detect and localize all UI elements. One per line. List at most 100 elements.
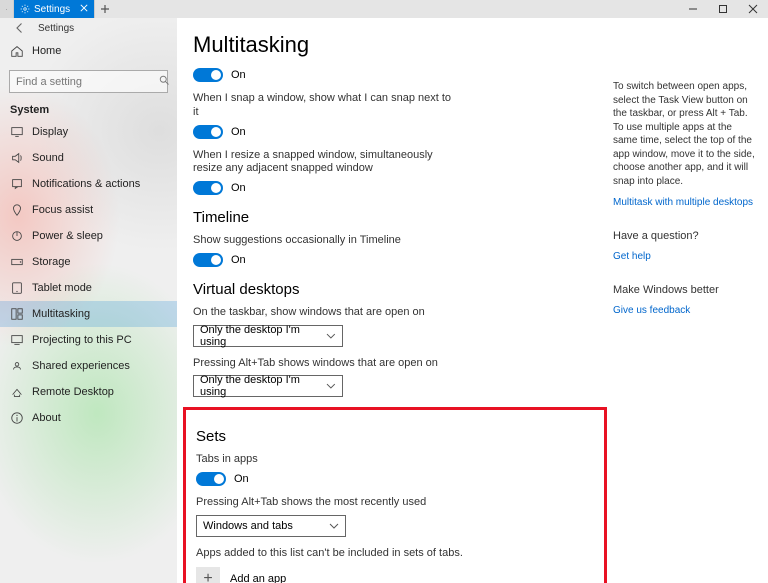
chevron-down-icon (329, 521, 339, 531)
close-button[interactable] (738, 0, 768, 18)
sidebar: Settings Home System Display Sound Notif… (0, 18, 177, 583)
sets-tabs-toggle[interactable] (196, 472, 226, 486)
sidebar-item-power-sleep[interactable]: Power & sleep (0, 223, 177, 249)
titlebar: Settings (0, 0, 768, 18)
notifications-icon (10, 177, 24, 191)
nav-label: Remote Desktop (32, 386, 114, 398)
sidebar-item-notifications[interactable]: Notifications & actions (0, 171, 177, 197)
close-tab-icon[interactable] (80, 4, 88, 15)
group-header-system: System (0, 99, 177, 119)
nav-label: Multitasking (32, 308, 90, 320)
toggle-state: On (231, 126, 246, 138)
topbar: Settings (0, 18, 177, 38)
snap-toggle[interactable] (193, 68, 223, 82)
sidebar-item-display[interactable]: Display (0, 119, 177, 145)
sets-alttab-label: Pressing Alt+Tab shows the most recently… (196, 496, 456, 510)
storage-icon (10, 255, 24, 269)
sidebar-item-shared-experiences[interactable]: Shared experiences (0, 353, 177, 379)
tab-previous[interactable] (0, 0, 14, 18)
gear-icon (20, 4, 30, 14)
sidebar-home[interactable]: Home (0, 38, 177, 64)
toggle-state: On (231, 182, 246, 194)
timeline-heading: Timeline (193, 209, 597, 226)
highlight-sets: Sets Tabs in apps On Pressing Alt+Tab sh… (183, 407, 607, 583)
nav-label: Tablet mode (32, 282, 92, 294)
feedback-heading: Make Windows better (613, 284, 756, 296)
add-app-label: Add an app (230, 573, 286, 583)
sets-heading: Sets (196, 428, 594, 445)
help-pane: To switch between open apps, select the … (613, 18, 768, 583)
power-icon (10, 229, 24, 243)
dropdown-value: Only the desktop I'm using (200, 324, 326, 348)
tablet-icon (10, 281, 24, 295)
sets-alttab-dropdown[interactable]: Windows and tabs (196, 515, 346, 537)
snap-next-toggle[interactable] (193, 125, 223, 139)
vd-taskbar-label: On the taskbar, show windows that are op… (193, 306, 453, 320)
plus-icon: + (196, 567, 220, 583)
shared-icon (10, 359, 24, 373)
main-content: Multitasking On When I snap a window, sh… (177, 18, 613, 583)
sound-icon (10, 151, 24, 165)
vd-alttab-dropdown[interactable]: Only the desktop I'm using (193, 375, 343, 397)
projecting-icon (10, 333, 24, 347)
maximize-button[interactable] (708, 0, 738, 18)
about-icon (10, 411, 24, 425)
window-controls (678, 0, 768, 18)
topbar-title: Settings (38, 23, 74, 34)
search-icon (158, 73, 170, 91)
timeline-toggle[interactable] (193, 253, 223, 267)
sidebar-item-focus-assist[interactable]: Focus assist (0, 197, 177, 223)
sidebar-item-projecting[interactable]: Projecting to this PC (0, 327, 177, 353)
nav-label: Projecting to this PC (32, 334, 132, 346)
nav-label: About (32, 412, 61, 424)
sidebar-item-remote-desktop[interactable]: Remote Desktop (0, 379, 177, 405)
sidebar-item-about[interactable]: About (0, 405, 177, 431)
remote-desktop-icon (10, 385, 24, 399)
snap-next-label: When I snap a window, show what I can sn… (193, 92, 453, 120)
sidebar-item-sound[interactable]: Sound (0, 145, 177, 171)
dropdown-value: Windows and tabs (203, 520, 293, 532)
sets-tabs-label: Tabs in apps (196, 453, 456, 467)
chevron-down-icon (326, 331, 336, 341)
help-tip-link[interactable]: Multitask with multiple desktops (613, 197, 753, 208)
chevron-down-icon (326, 381, 336, 391)
minimize-button[interactable] (678, 0, 708, 18)
nav-label: Display (32, 126, 68, 138)
nav-label: Focus assist (32, 204, 93, 216)
sidebar-item-tablet-mode[interactable]: Tablet mode (0, 275, 177, 301)
tab-settings[interactable]: Settings (14, 0, 95, 18)
nav-label: Notifications & actions (32, 178, 140, 190)
new-tab-button[interactable] (95, 0, 115, 18)
search-input[interactable] (16, 76, 158, 88)
vd-taskbar-dropdown[interactable]: Only the desktop I'm using (193, 325, 343, 347)
sidebar-item-storage[interactable]: Storage (0, 249, 177, 275)
snap-resize-toggle[interactable] (193, 181, 223, 195)
toggle-state: On (231, 254, 246, 266)
nav-label: Sound (32, 152, 64, 164)
set-icon (6, 4, 7, 14)
dropdown-value: Only the desktop I'm using (200, 374, 326, 398)
help-tip-text: To switch between open apps, select the … (613, 80, 756, 188)
page-title: Multitasking (193, 32, 597, 58)
feedback-link[interactable]: Give us feedback (613, 305, 690, 316)
home-label: Home (32, 45, 61, 57)
sets-note: Apps added to this list can't be include… (196, 547, 594, 559)
focus-assist-icon (10, 203, 24, 217)
search-box[interactable] (9, 70, 168, 93)
display-icon (10, 125, 24, 139)
back-button[interactable] (10, 18, 30, 38)
multitasking-icon (10, 307, 24, 321)
add-app-button[interactable]: + Add an app (196, 567, 594, 583)
nav-label: Shared experiences (32, 360, 130, 372)
toggle-state: On (231, 69, 246, 81)
virtual-desktops-heading: Virtual desktops (193, 281, 597, 298)
home-icon (10, 44, 24, 58)
question-heading: Have a question? (613, 230, 756, 242)
sidebar-item-multitasking[interactable]: Multitasking (0, 301, 177, 327)
vd-alttab-label: Pressing Alt+Tab shows windows that are … (193, 357, 453, 371)
nav-label: Power & sleep (32, 230, 103, 242)
timeline-label: Show suggestions occasionally in Timelin… (193, 234, 453, 248)
toggle-state: On (234, 473, 249, 485)
snap-resize-label: When I resize a snapped window, simultan… (193, 149, 453, 177)
get-help-link[interactable]: Get help (613, 251, 651, 262)
